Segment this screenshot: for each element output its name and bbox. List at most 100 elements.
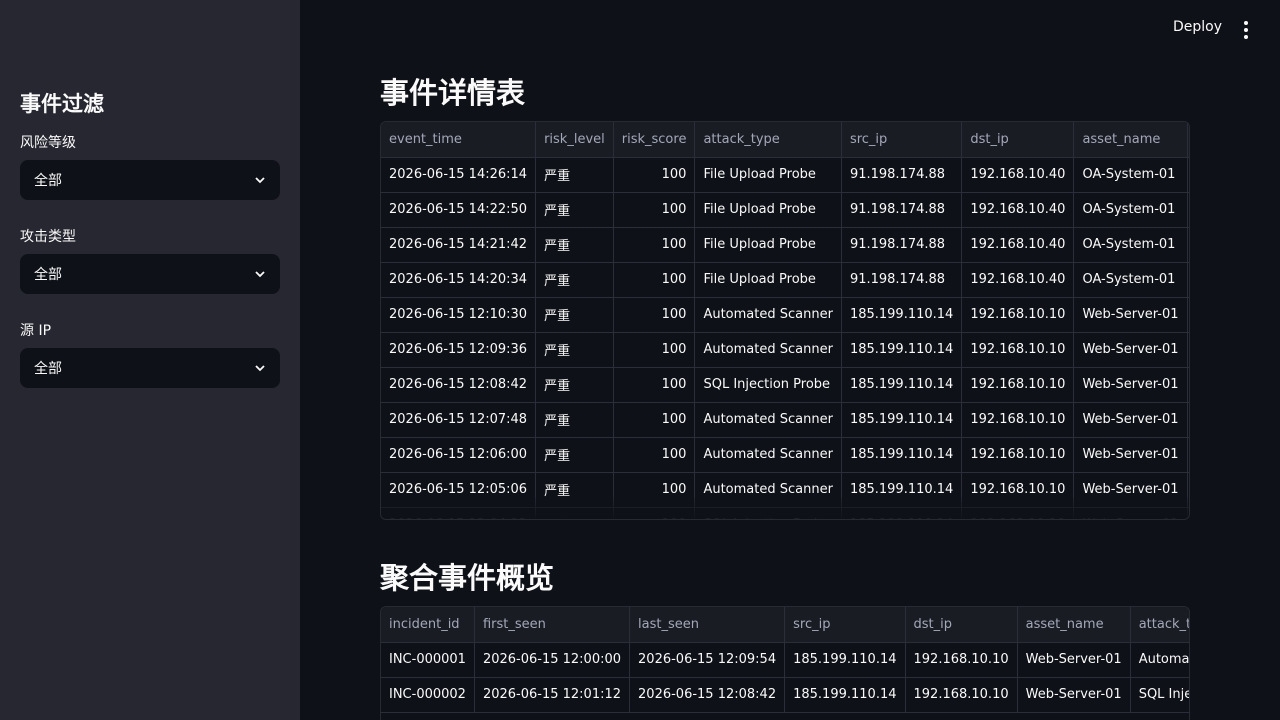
column-header-dst-ip[interactable]: dst_ip xyxy=(905,607,1018,643)
table-cell-asset-name: Web-Server-01 xyxy=(1073,402,1188,438)
table-cell-incident-id: INC-000002 xyxy=(381,677,475,713)
table-row[interactable]: 2026-06-15 12:06:00 严重 100 Automated Scanne… xyxy=(381,437,1189,473)
table-cell-src-ip: 185.199.110.14 xyxy=(784,642,906,678)
deploy-button[interactable]: Deploy xyxy=(1173,19,1222,35)
table-cell-dst-ip: 192.168.10.10 xyxy=(961,437,1075,473)
incidents-title: 聚合事件概览 xyxy=(380,561,555,595)
table-cell-src-ip: 91.198.174.88 xyxy=(841,262,963,298)
kebab-menu-icon[interactable] xyxy=(1238,21,1254,39)
table-cell-attack-type: File Upload Probe xyxy=(694,192,842,228)
chevron-down-icon xyxy=(254,174,266,186)
column-header-asset-name[interactable]: asset_name xyxy=(1017,607,1131,643)
table-cell-risk-level: 严重 xyxy=(535,437,614,473)
table-row[interactable]: 2026-06-15 12:10:30 严重 100 Automated Scanne… xyxy=(381,297,1189,333)
table-row[interactable]: 2026-06-15 14:20:34 严重 100 File Upload Prob… xyxy=(381,262,1189,298)
table-row[interactable]: 2026-06-15 14:21:42 严重 100 File Upload Prob… xyxy=(381,227,1189,263)
table-cell-risk-score: 100 xyxy=(613,297,696,333)
table-cell-risk-score: 100 xyxy=(613,157,696,193)
table-cell-rule-id: WEB-004 xyxy=(1187,227,1189,263)
events-table[interactable]: event_time risk_level risk_score attack_typ… xyxy=(380,121,1190,520)
column-header-risk-score[interactable]: risk_score xyxy=(613,122,696,158)
table-cell-rule-id: WEB-004 xyxy=(1187,192,1189,228)
table-cell-attack-type: File Upload Probe xyxy=(694,227,842,263)
table-cell-last-seen: 2026-06-15 12:08:42 xyxy=(629,677,786,713)
table-cell-event-time: 2026-06-15 14:22:50 xyxy=(381,192,537,228)
table-cell-first-seen: 2026-06-15 12:01:12 xyxy=(474,677,631,713)
table-cell-event-time: 2026-06-15 12:10:30 xyxy=(381,297,537,333)
table-cell-rule-id: UA-001 xyxy=(1187,402,1189,438)
table-row[interactable]: 2026-06-15 14:22:50 严重 100 File Upload Prob… xyxy=(381,192,1189,228)
column-header-rule-id[interactable]: rule_id xyxy=(1187,122,1189,158)
attack-type-select[interactable]: 全部 xyxy=(20,254,280,294)
table-cell-asset-name: Web-Server-01 xyxy=(1073,472,1188,508)
table-cell-rule-id: UA-001 xyxy=(1187,332,1189,368)
table-cell-dst-ip: 192.168.10.10 xyxy=(961,402,1075,438)
top-bar: Deploy xyxy=(300,0,1280,60)
table-cell-risk-level: 严重 xyxy=(535,402,614,438)
table-row[interactable]: 2026-06-15 12:08:42 严重 100 SQL Injection Pr… xyxy=(381,367,1189,403)
table-cell-asset-name: OA-System-01 xyxy=(1073,192,1188,228)
column-header-last-seen[interactable]: last_seen xyxy=(629,607,786,643)
table-cell-dst-ip: 192.168.10.10 xyxy=(961,472,1075,508)
risk-level-label: 风险等级 xyxy=(20,135,76,151)
table-cell-asset-name: OA-System-01 xyxy=(1073,157,1188,193)
table-cell-event-time: 2026-06-15 12:06:00 xyxy=(381,437,537,473)
table-cell-src-ip: 91.198.174.88 xyxy=(841,157,963,193)
table-cell-attack-type: Automated Scanner xyxy=(694,402,842,438)
table-cell-rule-id: UA-001 xyxy=(1187,437,1189,473)
column-header-risk-level[interactable]: risk_level xyxy=(535,122,614,158)
table-cell-asset-name: OA-System-01 xyxy=(1073,227,1188,263)
table-row[interactable]: 2026-06-15 12:07:48 严重 100 Automated Scanne… xyxy=(381,402,1189,438)
table-cell-risk-score: 100 xyxy=(613,472,696,508)
table-cell-asset-name: Web-Server-01 xyxy=(1073,437,1188,473)
sidebar: 事件过滤 风险等级 全部 攻击类型 全部 源 IP 全部 xyxy=(0,0,300,720)
table-cell-src-ip: 185.199.110.14 xyxy=(841,402,963,438)
table-cell-event-time: 2026-06-15 12:05:06 xyxy=(381,472,537,508)
chevron-down-icon xyxy=(254,268,266,280)
table-cell-risk-score: 100 xyxy=(613,402,696,438)
table-cell-attack-type: SQL Injection Probe xyxy=(694,507,842,519)
table-cell-last-seen: 2026-06-15 12:09:54 xyxy=(629,642,786,678)
table-cell-dst-ip: 192.168.10.10 xyxy=(905,642,1018,678)
table-cell-asset-name: Web-Server-01 xyxy=(1073,332,1188,368)
column-header-attack-type[interactable]: attack_type xyxy=(694,122,842,158)
table-row[interactable]: INC-000002 2026-06-15 12:01:12 2026-06-15 … xyxy=(381,677,1189,713)
table-row[interactable]: 2026-06-15 12:04:12严重100SQL Injection Pr… xyxy=(381,507,1189,519)
table-cell-asset-name: Web-Server-01 xyxy=(1073,507,1188,519)
table-cell-src-ip: 185.199.110.14 xyxy=(841,507,963,519)
column-header-asset-name[interactable]: asset_name xyxy=(1073,122,1188,158)
table-row[interactable]: INC-000001 2026-06-15 12:00:00 2026-06-15 … xyxy=(381,642,1189,678)
table-cell-rule-id: WEB-001 xyxy=(1187,367,1189,403)
events-title: 事件详情表 xyxy=(380,76,526,110)
table-row[interactable]: 2026-06-15 14:26:14 严重 100 File Upload Prob… xyxy=(381,157,1189,193)
table-cell-dst-ip: 192.168.10.40 xyxy=(961,262,1075,298)
table-cell-dst-ip: 192.168.10.40 xyxy=(961,192,1075,228)
risk-level-select[interactable]: 全部 xyxy=(20,160,280,200)
table-row[interactable]: 2026-06-15 12:09:36 严重 100 Automated Scanne… xyxy=(381,332,1189,368)
table-cell-src-ip: 91.198.174.88 xyxy=(841,192,963,228)
column-header-src-ip[interactable]: src_ip xyxy=(784,607,906,643)
table-cell-attack-type: File Upload Probe xyxy=(694,262,842,298)
table-cell-attack-type: Automated Scanner xyxy=(694,332,842,368)
column-header-incident-id[interactable]: incident_id xyxy=(381,607,475,643)
table-cell-risk-level: 严重 xyxy=(535,227,614,263)
table-cell-event-time: 2026-06-15 14:26:14 xyxy=(381,157,537,193)
table-cell-attack-type: SQL Injection Probe xyxy=(1130,677,1189,713)
table-cell-asset-name: OA-System-01 xyxy=(1073,262,1188,298)
column-header-attack-type[interactable]: attack_type xyxy=(1130,607,1189,643)
table-row[interactable]: 2026-06-15 12:05:06 严重 100 Automated Scanne… xyxy=(381,472,1189,508)
src-ip-select[interactable]: 全部 xyxy=(20,348,280,388)
table-cell-attack-type: Automated Scanner xyxy=(694,437,842,473)
table-cell-risk-score: 100 xyxy=(613,262,696,298)
column-header-event-time[interactable]: event_time xyxy=(381,122,537,158)
incidents-table[interactable]: incident_id first_seen last_seen src_ip dst_… xyxy=(380,606,1190,720)
table-cell-src-ip: 185.199.110.14 xyxy=(841,297,963,333)
risk-level-value: 全部 xyxy=(34,173,62,189)
column-header-first-seen[interactable]: first_seen xyxy=(474,607,631,643)
column-header-src-ip[interactable]: src_ip xyxy=(841,122,963,158)
column-header-dst-ip[interactable]: dst_ip xyxy=(961,122,1075,158)
table-cell-event-time: 2026-06-15 12:09:36 xyxy=(381,332,537,368)
table-cell-rule-id: UA-001 xyxy=(1187,472,1189,508)
table-cell-asset-name: Web-Server-01 xyxy=(1017,677,1131,713)
table-cell-rule-id: WEB-004 xyxy=(1187,262,1189,298)
